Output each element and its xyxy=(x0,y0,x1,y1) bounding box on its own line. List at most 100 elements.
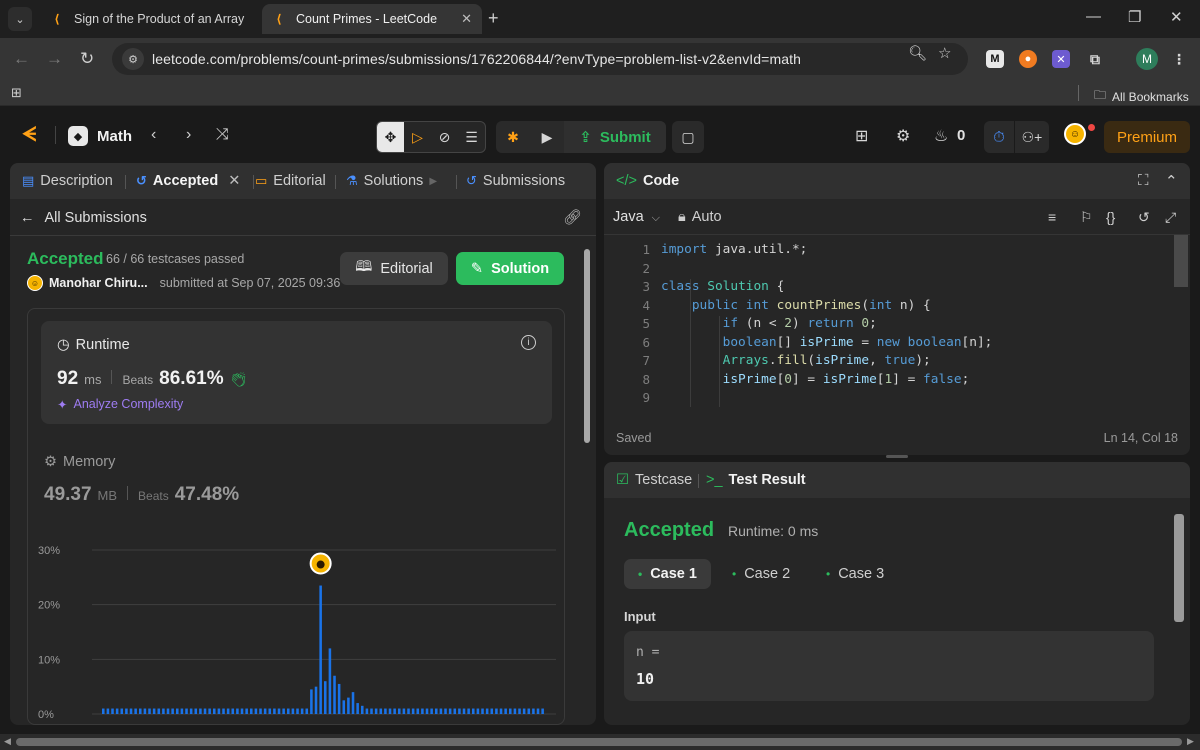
user-avatar[interactable]: ☺ xyxy=(1064,123,1086,145)
runtime-bar[interactable] xyxy=(106,708,110,714)
runtime-bar[interactable] xyxy=(448,708,452,714)
apps-grid-icon[interactable]: ⊞ xyxy=(11,85,22,101)
scrollbar-thumb[interactable] xyxy=(16,738,1182,746)
timer-button[interactable]: ⏱ xyxy=(984,121,1014,153)
browser-menu-icon[interactable]: ⋮ xyxy=(1170,50,1188,68)
runtime-bar[interactable] xyxy=(162,708,165,714)
tab-submissions[interactable]: ↺ Submissions xyxy=(466,173,565,189)
extension-purple-icon[interactable]: ✕ xyxy=(1052,50,1070,68)
code-scrollbar[interactable] xyxy=(1174,235,1188,287)
runtime-bar[interactable] xyxy=(231,708,235,714)
page-horizontal-scrollbar[interactable]: ◀ ▶ xyxy=(0,734,1200,750)
panel-resize-handle[interactable] xyxy=(886,455,908,458)
runtime-card[interactable]: ◷ Runtime i 92 ms Beats 86.61% 👏︎ ✦ Anal… xyxy=(41,321,552,424)
new-tab-icon[interactable]: + xyxy=(488,8,499,29)
runtime-bar[interactable] xyxy=(333,675,336,714)
maximize-icon[interactable]: ⛶ xyxy=(1138,172,1149,189)
reload-icon[interactable]: ↻ xyxy=(80,49,94,69)
debug-icon[interactable]: ✱ xyxy=(496,121,530,153)
runtime-bar[interactable] xyxy=(439,708,443,714)
runtime-bar[interactable] xyxy=(254,708,258,714)
runtime-bar[interactable] xyxy=(421,708,424,714)
runtime-bar[interactable] xyxy=(305,708,309,714)
tab-search-button[interactable]: ⌄ xyxy=(8,7,32,31)
runtime-bar[interactable] xyxy=(259,708,262,714)
runtime-bar[interactable] xyxy=(509,708,512,714)
runtime-bar[interactable] xyxy=(370,708,373,714)
runtime-bar[interactable] xyxy=(467,708,470,714)
hide-icon[interactable]: ⊘ xyxy=(431,122,458,152)
runtime-bar[interactable] xyxy=(361,705,364,714)
move-layout-icon[interactable]: ✥ xyxy=(377,122,404,152)
runtime-bar[interactable] xyxy=(485,708,489,714)
runtime-bar[interactable] xyxy=(504,708,507,714)
runtime-bar[interactable] xyxy=(384,708,387,714)
layout-grid-icon[interactable]: ⊞ xyxy=(855,126,868,146)
runtime-bar[interactable] xyxy=(444,708,447,714)
runtime-bar[interactable] xyxy=(102,708,105,714)
runtime-bar[interactable] xyxy=(398,708,401,714)
runtime-bar[interactable] xyxy=(522,708,526,714)
scroll-right-icon[interactable]: ▶ xyxy=(1187,736,1194,747)
runtime-bar[interactable] xyxy=(250,708,253,714)
bookmark-star-icon[interactable]: ☆ xyxy=(938,44,951,62)
tab-test-result[interactable]: >_ Test Result xyxy=(706,472,806,488)
streak-fire-icon[interactable]: ♨ xyxy=(934,126,948,146)
runtime-bar[interactable] xyxy=(324,681,327,714)
collapse-chevron-icon[interactable]: ⌃ xyxy=(1165,172,1178,190)
runtime-bar[interactable] xyxy=(527,708,531,714)
premium-button[interactable]: Premium xyxy=(1104,121,1190,153)
runtime-bar[interactable] xyxy=(388,708,392,714)
runtime-bar[interactable] xyxy=(277,708,281,714)
problem-list-name[interactable]: Math xyxy=(97,128,132,145)
info-icon[interactable]: i xyxy=(521,335,536,350)
language-select[interactable]: Java ⌵ xyxy=(613,209,660,225)
runtime-bar[interactable] xyxy=(379,708,383,714)
random-problem-icon[interactable]: ⤨ xyxy=(216,126,229,144)
runtime-bar[interactable] xyxy=(319,585,322,714)
runtime-bar[interactable] xyxy=(291,708,295,714)
runtime-bar[interactable] xyxy=(458,708,461,714)
case-2-tab[interactable]: • Case 2 xyxy=(718,559,804,589)
runtime-bar[interactable] xyxy=(166,708,170,714)
runtime-bar[interactable] xyxy=(282,708,285,714)
runtime-bar[interactable] xyxy=(462,708,466,714)
user-avatar[interactable]: ☺ xyxy=(27,275,43,291)
runtime-bar[interactable] xyxy=(435,708,438,714)
runtime-bar[interactable] xyxy=(347,697,350,714)
runtime-bar[interactable] xyxy=(199,708,202,714)
runtime-bar[interactable] xyxy=(152,708,156,714)
runtime-bar[interactable] xyxy=(213,708,216,714)
notes-button[interactable]: ▢ xyxy=(672,121,704,153)
runtime-bar[interactable] xyxy=(263,708,267,714)
left-panel-scrollbar[interactable] xyxy=(584,249,590,443)
browser-tab-count-primes[interactable]: ⟨ Count Primes - LeetCode ✕ xyxy=(262,4,482,34)
runtime-bar[interactable] xyxy=(115,708,119,714)
runtime-bar[interactable] xyxy=(129,708,133,714)
scroll-left-icon[interactable]: ◀ xyxy=(4,736,11,747)
runtime-bar[interactable] xyxy=(541,708,544,714)
tab-description[interactable]: ▤ Description xyxy=(22,173,113,189)
runtime-bar[interactable] xyxy=(328,648,332,714)
bookmark-icon[interactable]: ⚐ xyxy=(1080,209,1093,226)
runtime-distribution-chart[interactable]: 30% 20% 10% 0% xyxy=(28,534,564,724)
runtime-bar[interactable] xyxy=(194,708,198,714)
result-scrollbar[interactable] xyxy=(1174,514,1184,622)
runtime-bar[interactable] xyxy=(513,708,517,714)
runtime-bar[interactable] xyxy=(407,708,410,714)
expand-icon[interactable]: ⤢ xyxy=(1165,209,1176,226)
all-submissions-link[interactable]: ← All Submissions xyxy=(20,210,147,226)
runtime-bar[interactable] xyxy=(111,708,114,714)
case-3-tab[interactable]: • Case 3 xyxy=(812,559,898,589)
runtime-bar[interactable] xyxy=(157,708,161,714)
runtime-bar[interactable] xyxy=(180,708,184,714)
runtime-bar[interactable] xyxy=(185,708,188,714)
runtime-bar[interactable] xyxy=(134,708,137,714)
runtime-bar[interactable] xyxy=(217,708,221,714)
runtime-bar[interactable] xyxy=(472,708,475,714)
runtime-bar[interactable] xyxy=(125,708,128,714)
runtime-bar[interactable] xyxy=(314,686,318,714)
memory-heading[interactable]: ⚙ Memory xyxy=(44,454,115,470)
leetcode-logo-icon[interactable]: ᗕ xyxy=(22,124,44,146)
runtime-bar[interactable] xyxy=(273,708,276,714)
